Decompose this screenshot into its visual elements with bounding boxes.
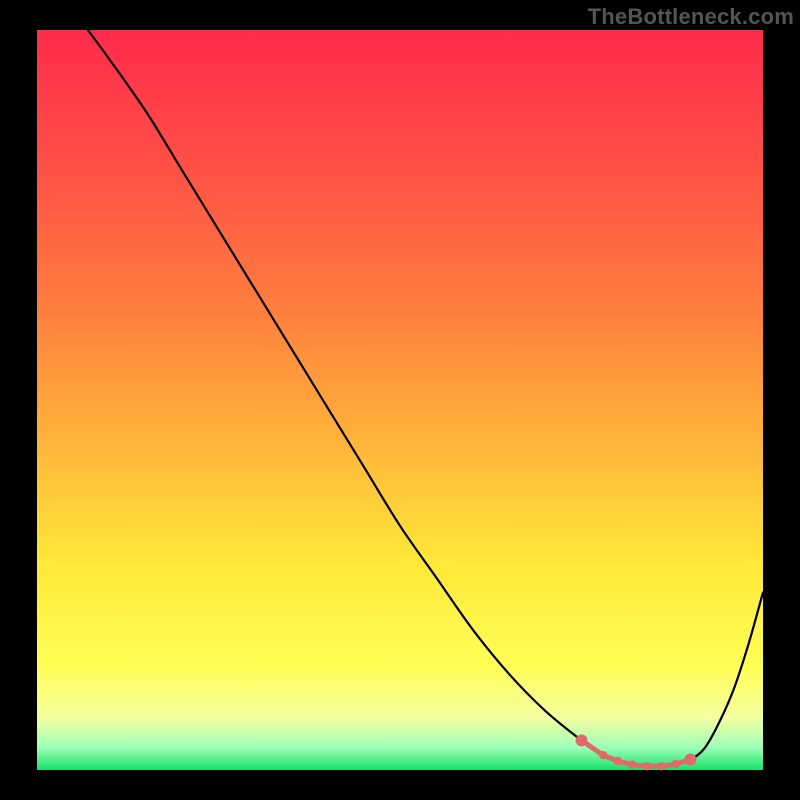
chart-area [37,30,763,770]
highlight-dot [576,734,588,746]
highlight-dot [657,762,665,770]
highlight-dot [614,757,622,765]
highlight-dot [684,754,696,766]
highlight-dot [643,762,651,770]
highlight-dot [628,761,636,769]
highlight-dot [599,751,607,759]
highlight-dot [672,760,680,768]
watermark-text: TheBottleneck.com [588,4,794,30]
bottleneck-curve [37,30,763,770]
